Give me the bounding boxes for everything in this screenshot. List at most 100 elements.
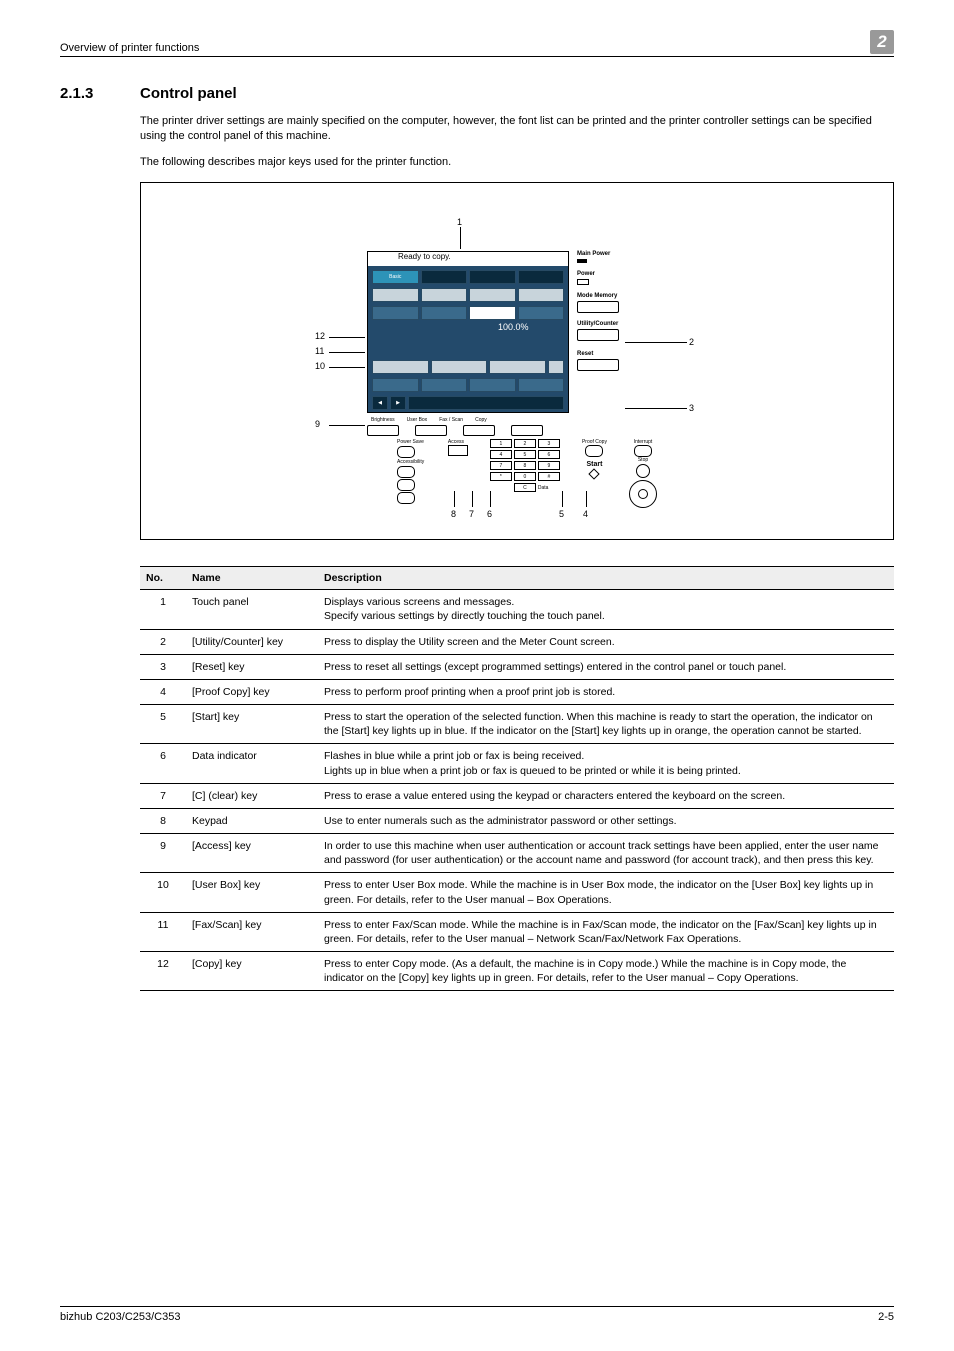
- key-9[interactable]: 9: [538, 461, 560, 470]
- screen-fin-4[interactable]: [518, 378, 565, 392]
- key-6[interactable]: 6: [538, 450, 560, 459]
- key-star[interactable]: *: [490, 472, 512, 481]
- key-1[interactable]: 1: [490, 439, 512, 448]
- c-clear-key[interactable]: C: [514, 483, 536, 492]
- help-key[interactable]: [397, 492, 415, 504]
- access-key[interactable]: [448, 445, 468, 456]
- cell-name: Touch panel: [186, 590, 318, 629]
- callout-12: 12: [315, 331, 325, 341]
- table-row: 3[Reset] keyPress to reset all settings …: [140, 654, 894, 679]
- label-reset: Reset: [577, 351, 677, 357]
- interrupt-key[interactable]: [634, 445, 652, 457]
- cell-name: [Start] key: [186, 705, 318, 744]
- label-copy: Copy: [475, 417, 487, 423]
- cell-desc: Press to erase a value entered using the…: [318, 783, 894, 808]
- key-8[interactable]: 8: [514, 461, 536, 470]
- screen-bottom-2[interactable]: [431, 360, 488, 374]
- callout-1: 1: [457, 217, 462, 227]
- screen-tab-orig[interactable]: [421, 270, 468, 284]
- label-power: Power: [577, 271, 677, 277]
- screen-btn-paper[interactable]: [421, 288, 468, 302]
- control-panel-diagram: Ready to copy. Basic: [140, 182, 894, 540]
- cell-name: Keypad: [186, 808, 318, 833]
- screen-status-text: Ready to copy.: [368, 252, 568, 266]
- reset-key[interactable]: [577, 359, 619, 371]
- screen-nav-l[interactable]: ◀: [372, 396, 388, 410]
- proof-copy-key[interactable]: [585, 445, 603, 457]
- label-start: Start: [582, 461, 607, 468]
- cell-no: 7: [140, 783, 186, 808]
- cell-no: 10: [140, 873, 186, 912]
- callout-2: 2: [689, 337, 694, 347]
- cell-desc: Press to enter Copy mode. (As a default,…: [318, 952, 894, 991]
- cell-name: Data indicator: [186, 744, 318, 783]
- cell-no: 3: [140, 654, 186, 679]
- screen-btn-b[interactable]: [421, 306, 468, 320]
- cell-name: [Copy] key: [186, 952, 318, 991]
- data-indicator: [589, 469, 600, 480]
- screen-fin-1[interactable]: [372, 378, 419, 392]
- key-3[interactable]: 3: [538, 439, 560, 448]
- th-no: No.: [140, 567, 186, 590]
- userbox-key[interactable]: [415, 425, 447, 436]
- screen-bottom-4[interactable]: [548, 360, 564, 374]
- key-hash[interactable]: #: [538, 472, 560, 481]
- table-row: 1Touch panelDisplays various screens and…: [140, 590, 894, 629]
- screen-fin-3[interactable]: [469, 378, 516, 392]
- key-2[interactable]: 2: [514, 439, 536, 448]
- start-key[interactable]: [629, 480, 657, 508]
- page-header: Overview of printer functions 2: [60, 30, 894, 57]
- table-row: 5[Start] keyPress to start the operation…: [140, 705, 894, 744]
- copy-key[interactable]: [511, 425, 543, 436]
- brightness-key[interactable]: [367, 425, 399, 436]
- screen-btn-zoom[interactable]: [469, 288, 516, 302]
- cell-name: [User Box] key: [186, 873, 318, 912]
- key-7[interactable]: 7: [490, 461, 512, 470]
- screen-btn-a[interactable]: [372, 306, 419, 320]
- cell-desc: Use to enter numerals such as the admini…: [318, 808, 894, 833]
- callout-5: 5: [559, 509, 564, 519]
- screen-bottom-3[interactable]: [489, 360, 546, 374]
- screen-tab-quality[interactable]: [469, 270, 516, 284]
- label-stop: Stop: [629, 457, 657, 463]
- screen-nav-r[interactable]: ▶: [390, 396, 406, 410]
- table-row: 11[Fax/Scan] keyPress to enter Fax/Scan …: [140, 912, 894, 951]
- screen-btn-d[interactable]: [518, 306, 565, 320]
- cell-no: 8: [140, 808, 186, 833]
- powersave-key[interactable]: [397, 446, 415, 458]
- callout-10: 10: [315, 361, 325, 371]
- mode-memory-key[interactable]: [577, 301, 619, 313]
- cell-name: [Utility/Counter] key: [186, 629, 318, 654]
- screen-btn-duplex[interactable]: [518, 288, 565, 302]
- section-number: 2.1.3: [60, 85, 140, 991]
- screen-btn-c[interactable]: [469, 306, 516, 320]
- description-table: No. Name Description 1Touch panelDisplay…: [140, 566, 894, 991]
- stop-key[interactable]: [636, 464, 650, 478]
- cell-no: 6: [140, 744, 186, 783]
- screen-bottom-1[interactable]: [372, 360, 429, 374]
- cell-desc: Press to reset all settings (except prog…: [318, 654, 894, 679]
- screen-fin-2[interactable]: [421, 378, 468, 392]
- section-para-2: The following describes major keys used …: [140, 155, 894, 170]
- touch-panel[interactable]: Ready to copy. Basic: [367, 251, 569, 413]
- screen-btn-color[interactable]: [372, 288, 419, 302]
- utility-counter-key[interactable]: [577, 329, 619, 341]
- label-data: Data: [538, 483, 560, 492]
- enlarge-key[interactable]: [397, 479, 415, 491]
- screen-tab-basic[interactable]: Basic: [372, 270, 419, 284]
- label-proof: Proof Copy: [582, 439, 607, 445]
- key-5[interactable]: 5: [514, 450, 536, 459]
- faxscan-key[interactable]: [463, 425, 495, 436]
- key-4[interactable]: 4: [490, 450, 512, 459]
- power-led: [577, 279, 589, 285]
- table-row: 7[C] (clear) keyPress to erase a value e…: [140, 783, 894, 808]
- label-interrupt: Interrupt: [629, 439, 657, 445]
- accessibility-key[interactable]: [397, 466, 415, 478]
- screen-tab-app[interactable]: [518, 270, 565, 284]
- label-brightness: Brightness: [371, 417, 395, 423]
- cell-no: 12: [140, 952, 186, 991]
- cell-name: [Proof Copy] key: [186, 679, 318, 704]
- zoom-value: 100.0%: [498, 322, 529, 332]
- cell-no: 4: [140, 679, 186, 704]
- key-0[interactable]: 0: [514, 472, 536, 481]
